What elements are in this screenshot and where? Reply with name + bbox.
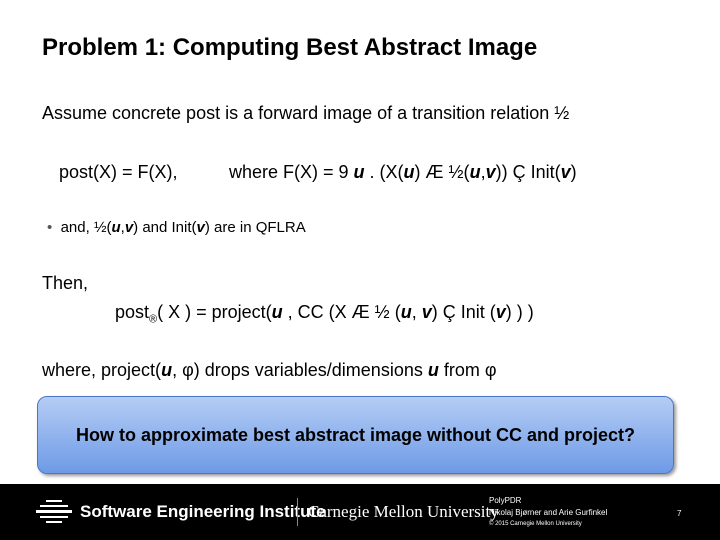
- then-label: Then,: [42, 273, 89, 293]
- cmu-name: Carnegie Mellon University: [308, 502, 499, 521]
- project-definition: where, project(u, φ) drops variables/dim…: [42, 360, 497, 380]
- sei-logo-icon: [36, 500, 72, 523]
- authors: Nikolaj Bjørner and Arie Gurfinkel: [489, 508, 608, 517]
- slide-title: Problem 1: Computing Best Abstract Image: [42, 34, 538, 61]
- footer: Software Engineering Institute Carnegie …: [0, 484, 720, 540]
- bullet-qflra: • and, ½(u,v) and Init(v) are in QFLRA: [47, 219, 306, 236]
- page-number: 7: [677, 509, 682, 518]
- divider: [297, 498, 298, 526]
- callout-text: How to approximate best abstract image w…: [75, 424, 636, 445]
- sei-name: Software Engineering Institute: [80, 502, 326, 521]
- post-definition: post(X) = F(X),: [59, 162, 178, 182]
- post-alpha-formula: post®( X ) = project(u , CC (X Æ ½ (u, v…: [115, 302, 534, 326]
- text-line-assume: Assume concrete post is a forward image …: [42, 103, 570, 123]
- copyright: © 2015 Carnegie Mellon University: [489, 521, 582, 527]
- f-definition: where F(X) = 9 u . (X(u) Æ ½(u,v)) Ç Ini…: [229, 162, 577, 182]
- talk-title: PolyPDR: [489, 496, 522, 505]
- question-callout: How to approximate best abstract image w…: [37, 396, 674, 474]
